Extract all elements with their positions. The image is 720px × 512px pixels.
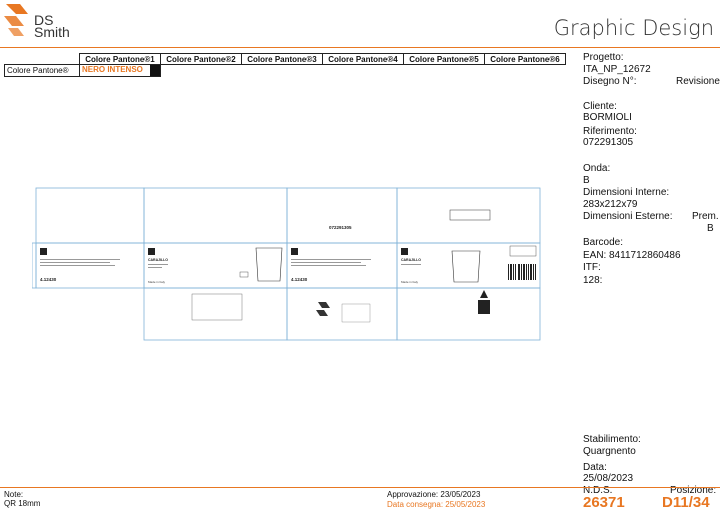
glass-illustration-2 [451,250,481,283]
glue-flap [32,242,37,289]
logo-line-2: Smith [34,24,70,40]
made-in-1: Made in Italy [148,280,166,284]
consegna-date: Data consegna: 25/05/2023 [387,500,486,509]
footer-divider [0,487,720,488]
symbols-box [509,245,537,257]
note-label: Note: [4,490,24,499]
ean-label: EAN: [583,250,607,261]
pantone-table: Colore Pantone®1 Colore Pantone®2 Colore… [4,53,566,77]
dieline-drawing: 4.12430 CARAJILLO Made in Italy 4.12430 … [32,187,541,341]
pantone-row-label: Colore Pantone® [4,64,80,77]
top-flap-1 [35,187,145,244]
top-flap-4 [396,187,541,244]
panel-4-artwork: CARAJILLO Made in Italy [401,245,537,284]
panel-2-artwork: CARAJILLO Made in Italy [148,247,283,284]
progetto-value: ITA_NP_12672 [583,64,651,75]
stabilimento-label: Stabilimento: [583,434,641,445]
prem-value: B [707,223,714,234]
recycle-icon [480,290,488,298]
bottom-text-box [341,303,371,323]
pantone-cell-1: NERO INTENSO [79,64,161,77]
page-title: Graphic Design [553,16,714,40]
progetto-label: Progetto: [583,52,624,63]
symbols-strip [449,209,491,221]
made-in-2: Made in Italy [401,280,419,284]
stabilimento-value: Quargnento [583,446,636,457]
pantone-swatch-1 [150,65,160,76]
ds-smith-mini-logo [316,302,330,316]
glass-illustration-1 [255,247,283,282]
cliente-label: Cliente: [583,101,617,112]
bottom-flap-1 [143,287,288,341]
dim-interne-label: Dimensioni Interne: [583,187,670,198]
pantone-cell-3 [242,65,323,77]
top-flap-3 [286,187,398,244]
pantone-header-6: Colore Pantone®6 [484,53,566,65]
pantone-header-4: Colore Pantone®4 [322,53,404,65]
logo-wordmark: DS Smith [34,13,70,40]
posizione-value: D11/34 [662,494,710,511]
approvazione-date: Approvazione: 23/05/2023 [387,490,481,499]
data-value: 25/08/2023 [583,473,634,484]
cliente-value: BORMIOLI [583,112,632,123]
riferimento-value: 072291305 [583,137,634,148]
barcode-label: Barcode: [583,237,624,248]
riferimento-label: Riferimento: [583,126,637,137]
barcode-graphic [508,264,536,280]
onda-value: B [583,175,590,186]
disegno-label: Disegno N°: [583,76,637,87]
panel-1-artwork: 4.12430 [40,248,120,282]
pantone-cell-6 [485,65,566,77]
header-divider [0,47,720,48]
pantone-header-2: Colore Pantone®2 [160,53,242,65]
pantone-header-3: Colore Pantone®3 [241,53,323,65]
bottom-label-box [191,293,243,321]
data-label: Data: [583,462,607,473]
itf-label: ITF: [583,262,601,273]
onda-label: Onda: [583,163,611,174]
pantone-color-1: NERO INTENSO [82,65,143,74]
product-code-2: 4.12430 [291,277,308,282]
pantone-header-1: Colore Pantone®1 [79,53,161,65]
prem-label: Prem. [692,211,719,222]
pantone-value-row: Colore Pantone® NERO INTENSO [4,64,566,77]
product-name-1: CARAJILLO [148,258,168,262]
dieline-outline [32,187,541,341]
bottom-flap-3 [396,287,541,341]
dim-interne-value: 283x212x79 [583,199,638,210]
dim-esterne-label: Dimensioni Esterne: [583,211,673,222]
pantone-header-5: Colore Pantone®5 [403,53,485,65]
top-flap-2 [143,187,288,244]
note-value: QR 18mm [4,499,41,508]
c128-label: 128: [583,275,603,286]
pantone-cell-5 [404,65,485,77]
revisione-label: Revisione: [676,76,720,87]
pantone-cell-4 [323,65,404,77]
nds-value: 26371 [583,494,625,511]
pantone-cell-2 [161,65,242,77]
ean-value: 8411712860486 [609,250,681,261]
panel-3-artwork: 4.12430 [291,248,371,282]
qr-code-icon [478,300,490,314]
product-code-1: 4.12430 [40,277,57,282]
ref-code-flap: 072291305 [329,225,352,230]
pantone-header-row: Colore Pantone®1 Colore Pantone®2 Colore… [5,53,566,65]
product-name-2: CARAJILLO [401,258,421,262]
